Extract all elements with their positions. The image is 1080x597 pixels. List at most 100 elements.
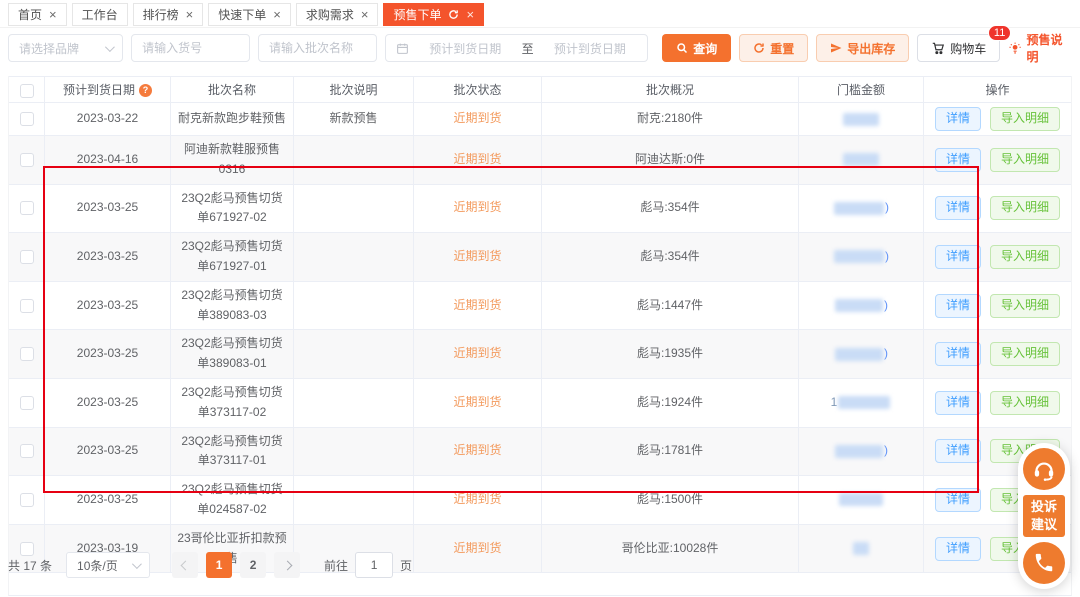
import-detail-button[interactable]: 导入明细: [990, 294, 1060, 318]
cell-arrival-date: 2023-03-25: [45, 476, 171, 524]
masked-value: [843, 113, 879, 126]
cell-batch-overview: 阿迪达斯:0件: [542, 136, 799, 184]
tab[interactable]: 预售下单 ×: [383, 3, 484, 26]
table-row: 2023-03-22 耐克新款跑步鞋预售 新款预售 近期到货 耐克:2180件 …: [9, 103, 1071, 136]
row-checkbox[interactable]: [20, 396, 34, 410]
import-detail-button[interactable]: 导入明细: [990, 196, 1060, 220]
import-detail-button[interactable]: 导入明细: [990, 107, 1060, 131]
cell-batch-status: 近期到货: [414, 330, 542, 378]
detail-button[interactable]: 详情: [935, 439, 981, 463]
tab-close-icon[interactable]: ×: [186, 8, 194, 21]
cell-batch-status: 近期到货: [414, 136, 542, 184]
table-row: 2023-04-16 阿迪新款鞋服预售0316 近期到货 阿迪达斯:0件 详情 …: [9, 136, 1071, 185]
search-button[interactable]: 查询: [662, 34, 731, 62]
cell-threshold-amount: [799, 103, 924, 135]
tab-label: 首页: [18, 6, 42, 23]
cell-arrival-date: 2023-03-25: [45, 428, 171, 476]
cell-batch-name: 23Q2彪马预售切货单373117-02: [171, 379, 294, 427]
cell-batch-desc: [294, 185, 414, 233]
sku-input-wrap: [131, 34, 250, 62]
brand-select[interactable]: 请选择品牌: [8, 34, 123, 62]
refresh-icon[interactable]: [448, 9, 459, 20]
tab-close-icon[interactable]: ×: [466, 8, 474, 21]
cell-actions: 详情 导入明细: [924, 103, 1071, 135]
cell-batch-status: 近期到货: [414, 282, 542, 330]
detail-button[interactable]: 详情: [935, 537, 981, 561]
detail-button[interactable]: 详情: [935, 294, 981, 318]
sku-input[interactable]: [142, 41, 239, 55]
import-detail-button[interactable]: 导入明细: [990, 391, 1060, 415]
tab-close-icon[interactable]: ×: [361, 8, 369, 21]
cart-badge: 11: [988, 25, 1011, 41]
tab[interactable]: 快速下单 ×: [208, 3, 291, 26]
tab[interactable]: 排行榜 ×: [133, 3, 204, 26]
import-detail-button[interactable]: 导入明细: [990, 148, 1060, 172]
phone-contact-button[interactable]: [1023, 542, 1065, 584]
row-checkbox[interactable]: [20, 347, 34, 361]
tab[interactable]: 工作台: [72, 3, 128, 26]
row-checkbox[interactable]: [20, 444, 34, 458]
detail-button[interactable]: 详情: [935, 342, 981, 366]
tab[interactable]: 首页 ×: [8, 3, 67, 26]
cell-arrival-date: 2023-04-16: [45, 136, 171, 184]
date-range-picker[interactable]: 预计到货日期 至 预计到货日期: [385, 34, 648, 62]
page-number-button[interactable]: 2: [240, 552, 266, 578]
masked-value: [834, 250, 884, 263]
cell-arrival-date: 2023-03-25: [45, 379, 171, 427]
cell-batch-desc: [294, 330, 414, 378]
export-stock-button[interactable]: 导出库存: [816, 34, 909, 62]
detail-button[interactable]: 详情: [935, 107, 981, 131]
help-icon[interactable]: ?: [139, 84, 152, 97]
tab-close-icon[interactable]: ×: [273, 8, 281, 21]
row-checkbox[interactable]: [20, 250, 34, 264]
page-size-select[interactable]: 10条/页: [66, 552, 150, 578]
detail-button[interactable]: 详情: [935, 245, 981, 269]
detail-button[interactable]: 详情: [935, 391, 981, 415]
masked-value: [834, 202, 884, 215]
select-all-checkbox[interactable]: [20, 84, 34, 98]
tab-close-icon[interactable]: ×: [49, 8, 57, 21]
tab-label: 求购需求: [306, 6, 354, 23]
column-header: 批次状态: [414, 77, 542, 105]
next-page-button[interactable]: [274, 552, 300, 578]
row-checkbox[interactable]: [20, 153, 34, 167]
prev-page-button[interactable]: [172, 552, 198, 578]
date-end-placeholder: 预计到货日期: [543, 40, 638, 57]
cell-batch-desc: [294, 428, 414, 476]
calendar-icon: [396, 42, 409, 55]
cell-actions: 详情 导入明细: [924, 185, 1071, 233]
tab[interactable]: 求购需求 ×: [296, 3, 379, 26]
detail-button[interactable]: 详情: [935, 196, 981, 220]
masked-value: [843, 153, 879, 166]
tab-label: 预售下单: [393, 6, 441, 23]
goto-label: 前往: [324, 557, 348, 574]
batch-name-input[interactable]: [269, 41, 366, 55]
cell-batch-desc: [294, 379, 414, 427]
column-header: 门槛金额: [799, 77, 924, 105]
reset-button[interactable]: 重置: [739, 34, 808, 62]
phone-icon: [1033, 552, 1055, 574]
cell-batch-overview: 彪马:1781件: [542, 428, 799, 476]
chevron-left-icon: [180, 560, 190, 570]
goto-page-input[interactable]: [355, 552, 393, 578]
customer-service-button[interactable]: [1023, 448, 1065, 490]
row-checkbox[interactable]: [20, 112, 34, 126]
complaint-suggestion-button[interactable]: 投诉 建议: [1023, 495, 1065, 537]
import-detail-button[interactable]: 导入明细: [990, 342, 1060, 366]
cell-batch-name: 23Q2彪马预售切货单671927-01: [171, 233, 294, 281]
row-checkbox[interactable]: [20, 493, 34, 507]
cell-arrival-date: 2023-03-25: [45, 185, 171, 233]
cell-threshold-amount: ): [799, 282, 924, 330]
cell-threshold-amount: 1: [799, 379, 924, 427]
row-checkbox[interactable]: [20, 299, 34, 313]
tab-label: 工作台: [82, 6, 118, 23]
detail-button[interactable]: 详情: [935, 148, 981, 172]
cart-button[interactable]: 购物车 11: [917, 34, 1000, 62]
detail-button[interactable]: 详情: [935, 488, 981, 512]
page-number-button[interactable]: 1: [206, 552, 232, 578]
row-checkbox[interactable]: [20, 201, 34, 215]
import-detail-button[interactable]: 导入明细: [990, 245, 1060, 269]
table-row: 2023-03-25 23Q2彪马预售切货单373117-01 近期到货 彪马:…: [9, 428, 1071, 477]
cell-batch-desc: [294, 282, 414, 330]
presale-notice-link[interactable]: 预售说明: [1008, 31, 1072, 65]
